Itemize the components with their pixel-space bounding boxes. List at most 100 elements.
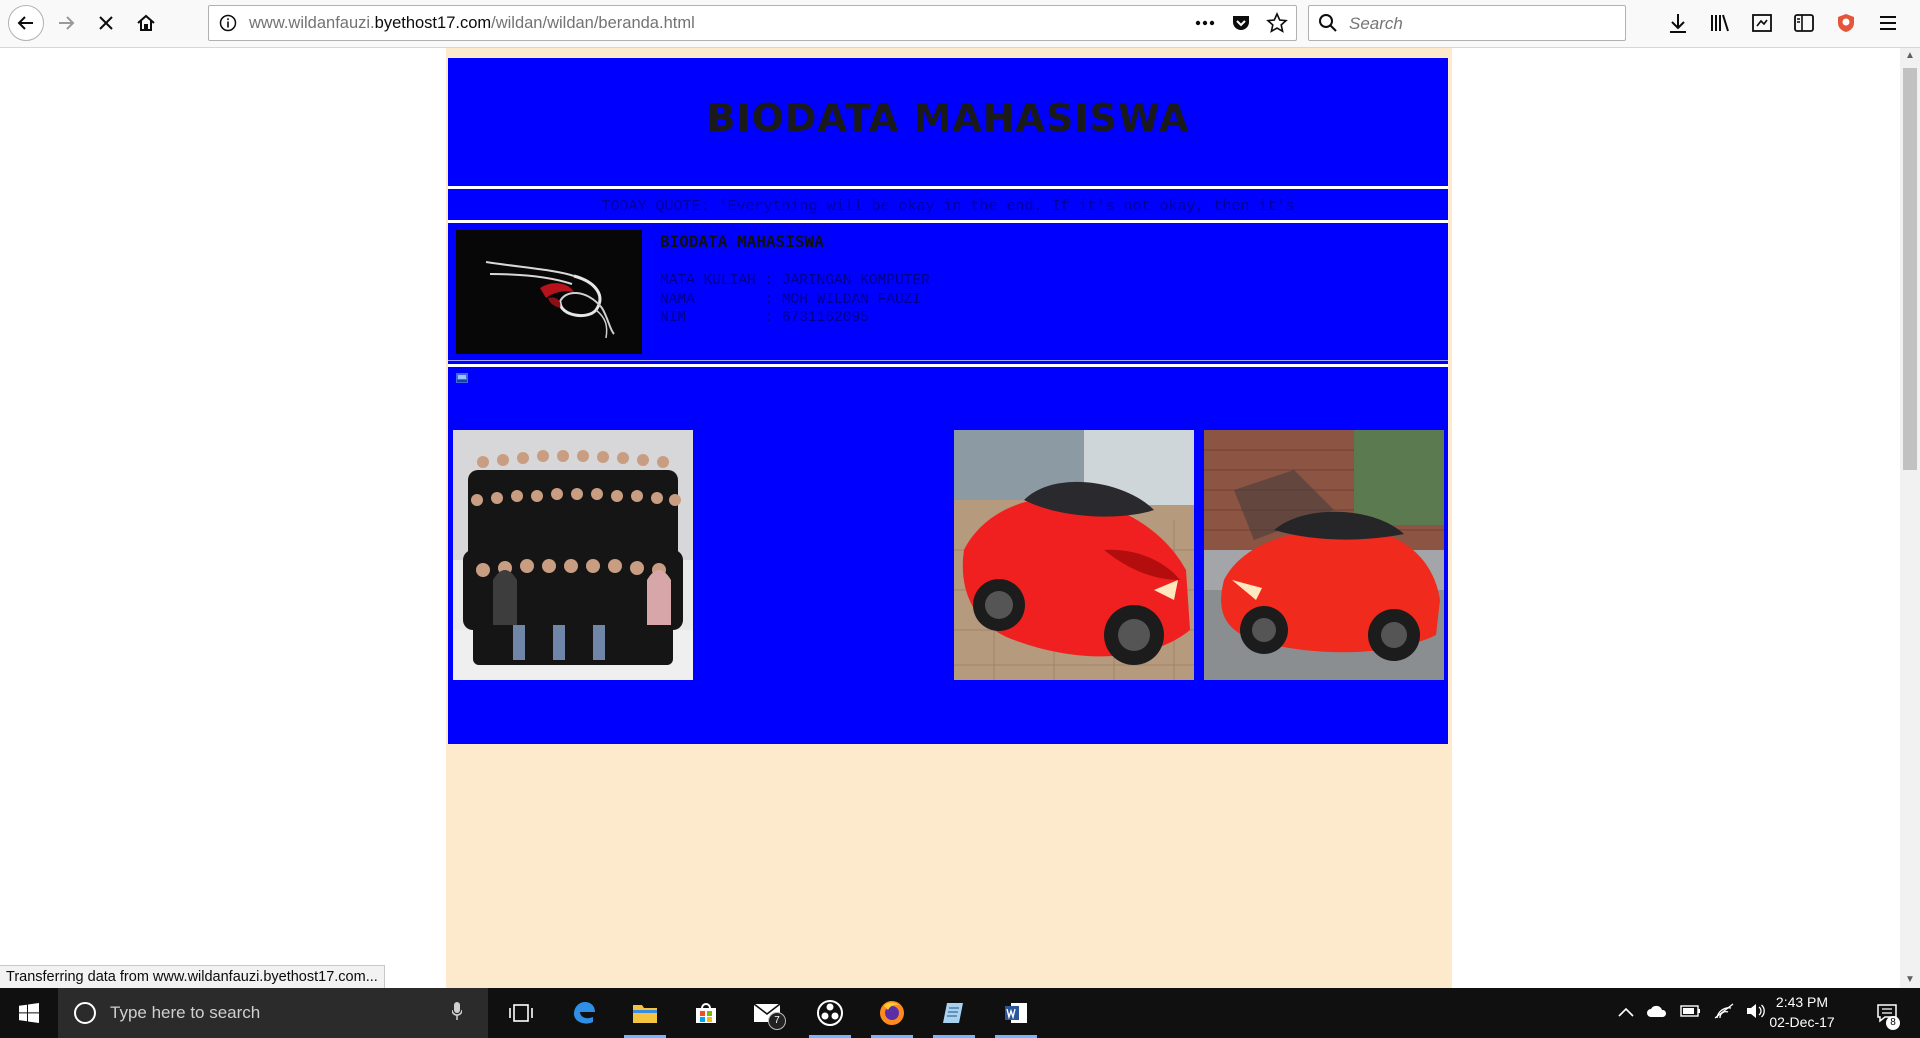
cloud-icon [1647, 1005, 1667, 1017]
mail-badge: 7 [768, 1012, 786, 1030]
bio-heading: BIODATA MAHASISWA [660, 232, 824, 251]
library-icon [1711, 14, 1729, 32]
bio-value: MOH WILDAN FAUZI [781, 291, 922, 308]
quote-marquee: TODAY QUOTE: 'Everything will be okay in… [601, 198, 1295, 215]
page-title: BIODATA MAHASISWA [706, 96, 1190, 140]
vertical-scrollbar[interactable]: ▲ ▼ [1900, 48, 1920, 988]
taskbar-search-placeholder: Type here to search [110, 1003, 261, 1022]
task-view-icon [509, 1004, 533, 1022]
bio-value: JARINGAN KOMPUTER [781, 273, 930, 289]
show-hidden-icons-button[interactable] [1618, 1004, 1634, 1022]
extension-button[interactable] [1828, 5, 1864, 41]
search-input[interactable] [1347, 12, 1621, 36]
bookmark-star-button[interactable] [1266, 12, 1288, 34]
notification-count-badge: 8 [1886, 1016, 1900, 1030]
search-bar[interactable] [1308, 5, 1626, 41]
browser-toolbar: www.wildanfauzi.byethost17.com/wildan/wi… [0, 0, 1920, 48]
battery-button[interactable] [1680, 1004, 1702, 1023]
red-car-photo [954, 430, 1194, 680]
edge-button[interactable] [555, 988, 613, 1038]
url-bar[interactable]: www.wildanfauzi.byethost17.com/wildan/wi… [208, 5, 1297, 41]
bio-label: NAMA [660, 291, 756, 308]
arrow-right-icon [59, 16, 75, 30]
taskbar: Type here to search 7 2:43 PM 02-Dec-17 … [0, 988, 1920, 1038]
downloads-button[interactable] [1660, 5, 1696, 41]
taskbar-search[interactable]: Type here to search [58, 988, 488, 1038]
divider [448, 186, 1448, 189]
system-tray [1618, 988, 1766, 1038]
network-button[interactable] [1714, 1002, 1734, 1024]
scrollbar-thumb[interactable] [1903, 68, 1917, 470]
kali-dragon-logo [456, 230, 642, 354]
url-text[interactable]: www.wildanfauzi.byethost17.com/wildan/wi… [249, 14, 695, 33]
word-icon [1005, 1003, 1027, 1023]
red-car-photo-2 [1204, 430, 1444, 680]
info-icon[interactable] [219, 14, 237, 32]
stop-button[interactable] [88, 5, 124, 41]
bio-label: MATA KULIAH [660, 273, 756, 289]
action-center-button[interactable]: 8 [1862, 988, 1912, 1038]
wifi-icon [1714, 1002, 1734, 1019]
divider [448, 220, 1448, 223]
notes-app-button[interactable] [925, 988, 983, 1038]
status-bar: Transferring data from www.wildanfauzi.b… [0, 965, 385, 990]
onedrive-button[interactable] [1646, 1004, 1668, 1023]
content-container: BIODATA MAHASISWA TODAY QUOTE: 'Everythi… [448, 58, 1448, 744]
windows-logo-icon [19, 1003, 39, 1023]
edge-icon [574, 1002, 595, 1024]
start-button[interactable] [0, 988, 58, 1038]
sidebar-button[interactable] [1786, 5, 1822, 41]
bio-separator: : [755, 291, 782, 308]
broken-image-icon [456, 373, 468, 383]
pocket-button[interactable] [1230, 12, 1252, 34]
page-actions-button[interactable] [1194, 12, 1216, 34]
task-view-button[interactable] [492, 988, 550, 1038]
home-icon [137, 14, 155, 31]
more-icon [1195, 20, 1215, 26]
mail-button[interactable]: 7 [738, 988, 796, 1038]
firefox-icon [880, 1001, 904, 1025]
screenshot-icon [1752, 14, 1772, 32]
divider [448, 364, 1448, 367]
menu-button[interactable] [1870, 5, 1906, 41]
bio-row-course: MATA KULIAH : JARINGAN KOMPUTER [660, 272, 930, 291]
page-viewport: BIODATA MAHASISWA TODAY QUOTE: 'Everythi… [0, 48, 1900, 988]
chevron-up-icon [1618, 1007, 1634, 1017]
download-icon [1670, 14, 1686, 33]
bio-details: MATA KULIAH : JARINGAN KOMPUTER NAMA : MO… [660, 272, 930, 328]
notepad-icon [943, 1003, 963, 1023]
firefox-button[interactable] [863, 988, 921, 1038]
store-icon [696, 1003, 716, 1023]
scroll-down-arrow-icon[interactable]: ▼ [1900, 972, 1920, 988]
bio-row-nim: NIM : 6731162095 [660, 309, 930, 328]
pocket-icon [1233, 16, 1249, 30]
search-icon [1319, 14, 1337, 32]
clock-date: 02-Dec-17 [1769, 1014, 1835, 1030]
clock-time: 2:43 PM [1775, 994, 1829, 1010]
scroll-up-arrow-icon[interactable]: ▲ [1900, 48, 1920, 64]
clock[interactable]: 2:43 PM 02-Dec-17 [1762, 992, 1842, 1032]
obs-icon [817, 1000, 843, 1026]
word-button[interactable] [987, 988, 1045, 1038]
shield-icon [1838, 14, 1854, 32]
bio-label: NIM [660, 310, 756, 326]
home-button[interactable] [128, 5, 164, 41]
bio-separator: : [755, 310, 782, 326]
bio-row-name: NAMA : MOH WILDAN FAUZI [660, 291, 930, 310]
library-button[interactable] [1702, 5, 1738, 41]
group-photo [453, 430, 693, 680]
folder-icon [633, 1005, 657, 1023]
screenshot-button[interactable] [1744, 5, 1780, 41]
back-button[interactable] [8, 5, 44, 41]
bio-value: 6731162095 [781, 310, 869, 326]
forward-button[interactable] [48, 5, 84, 41]
cortana-icon [74, 1002, 96, 1024]
close-icon [99, 16, 113, 30]
hamburger-menu-icon [1880, 16, 1896, 30]
file-explorer-button[interactable] [616, 988, 674, 1038]
obs-button[interactable] [801, 988, 859, 1038]
battery-icon [1680, 1004, 1700, 1017]
store-button[interactable] [677, 988, 735, 1038]
star-icon [1266, 12, 1288, 33]
microphone-icon[interactable] [452, 1002, 462, 1020]
